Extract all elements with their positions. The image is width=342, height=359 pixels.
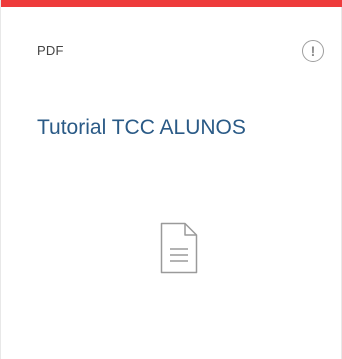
file-title-link[interactable]: Tutorial TCC ALUNOS: [37, 116, 246, 140]
file-type-label: PDF: [37, 43, 64, 58]
document-icon: [160, 222, 198, 274]
accent-bar: [1, 0, 342, 7]
info-icon[interactable]: !: [302, 40, 324, 62]
file-card[interactable]: PDF ! Tutorial TCC ALUNOS: [0, 0, 342, 359]
